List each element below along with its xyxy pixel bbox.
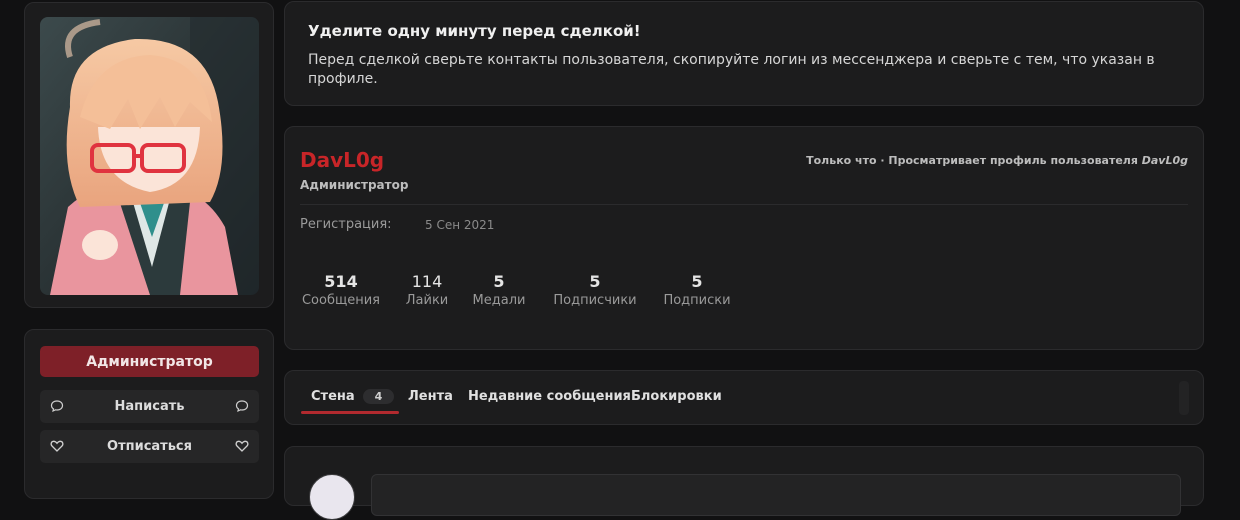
stat-value: 5: [589, 272, 601, 291]
heart-icon: [235, 440, 249, 452]
tab-feed[interactable]: Лента: [408, 389, 453, 404]
tab-recent-posts[interactable]: Недавние сообщения: [468, 389, 631, 404]
active-tab-indicator: [301, 411, 399, 414]
divider: [300, 204, 1188, 205]
chat-bubble-icon: [235, 400, 249, 413]
registration-date: 5 Сен 2021: [425, 218, 495, 232]
tab-wall[interactable]: Стена 4: [311, 389, 395, 404]
stat-label: Лайки: [405, 293, 449, 308]
username[interactable]: DavL0g: [300, 148, 384, 172]
write-message-button[interactable]: Написать: [40, 390, 259, 423]
wall-post-input[interactable]: [371, 474, 1181, 516]
unfollow-label: Отписаться: [107, 439, 192, 454]
tabs-scroll-handle[interactable]: [1179, 381, 1189, 415]
role-badge: Администратор: [40, 346, 259, 377]
registration-label: Регистрация:: [300, 217, 392, 232]
tab-wall-count-badge: 4: [362, 389, 395, 404]
tab-bans[interactable]: Блокировки: [631, 389, 722, 404]
user-title: Администратор: [300, 178, 409, 192]
profile-tabs: Стена 4 Лента Недавние сообщения Блокиров…: [284, 370, 1204, 425]
stat-value: 5: [691, 272, 703, 291]
heart-icon: [50, 440, 64, 452]
stat-likes[interactable]: 114 Лайки: [403, 273, 451, 311]
activity-status-user[interactable]: DavL0g: [1142, 154, 1188, 167]
profile-header: DavL0g Администратор Только что · Просма…: [284, 126, 1204, 350]
stat-followers[interactable]: 5 Подписчики: [550, 273, 640, 311]
stat-label: Подписки: [663, 293, 731, 308]
chat-bubble-icon: [50, 400, 64, 413]
composer-avatar: [309, 474, 355, 520]
stat-value: 5: [493, 272, 505, 291]
write-message-label: Написать: [114, 399, 185, 414]
profile-avatar-panel: [24, 2, 274, 308]
stat-value: 514: [324, 272, 358, 291]
stat-following[interactable]: 5 Подписки: [661, 273, 733, 311]
stat-label: Подписчики: [553, 293, 637, 308]
notice-text: Перед сделкой сверьте контакты пользоват…: [308, 52, 1155, 87]
stat-messages[interactable]: 514 Сообщения: [300, 273, 382, 311]
tab-wall-label: Стена: [311, 389, 355, 404]
stat-label: Сообщения: [301, 293, 380, 308]
profile-avatar[interactable]: [40, 17, 259, 295]
notice-title: Уделите одну минуту перед сделкой!: [308, 22, 641, 40]
safety-notice: Уделите одну минуту перед сделкой! Перед…: [284, 1, 1204, 106]
stat-value: 114: [411, 272, 443, 291]
profile-actions-panel: Администратор Написать Отписаться: [24, 329, 274, 499]
unfollow-button[interactable]: Отписаться: [40, 430, 259, 463]
activity-status: Только что · Просматривает профиль польз…: [806, 154, 1188, 167]
stat-label: Медали: [472, 293, 526, 308]
activity-status-text: Только что · Просматривает профиль польз…: [806, 154, 1142, 167]
stat-medals[interactable]: 5 Медали: [471, 273, 527, 311]
wall-post-composer: [284, 446, 1204, 520]
